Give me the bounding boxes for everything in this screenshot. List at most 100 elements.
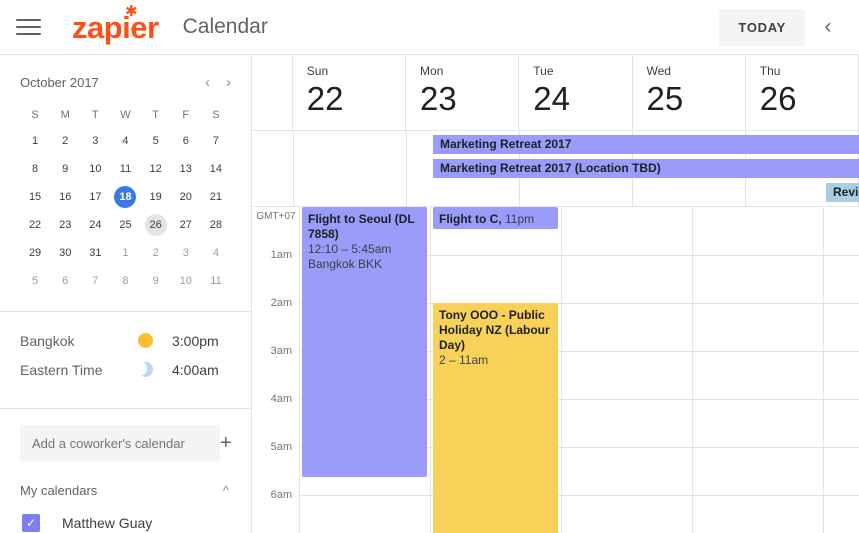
time-grid: GMT+07 1am 2am 3am 4am 5am 6am Flight to Seou… — [252, 207, 859, 533]
mini-calendar-day[interactable]: 3 — [171, 239, 201, 267]
day-column[interactable] — [562, 207, 693, 533]
add-coworker-input[interactable] — [20, 425, 220, 461]
world-clock-row: Eastern Time 4:00am — [20, 355, 231, 384]
all-day-cell[interactable] — [294, 131, 407, 206]
mini-calendar-day[interactable]: 7 — [201, 127, 231, 155]
mini-calendar-day[interactable]: 4 — [110, 127, 140, 155]
mini-calendar: October 2017 ‹ › SMTWTFS 1 2 3 4 5 6 7 8 9 10 11 12… — [0, 55, 251, 301]
mini-calendar-day[interactable]: 6 — [50, 267, 80, 295]
mini-calendar-day[interactable]: 3 — [80, 127, 110, 155]
mini-calendar-day[interactable]: 30 — [50, 239, 80, 267]
mini-calendar-day[interactable]: 5 — [20, 267, 50, 295]
hamburger-menu-icon[interactable] — [16, 13, 44, 41]
calendar-event[interactable]: Flight to Seoul (DL 7858) 12:10 – 5:45am B… — [302, 207, 427, 477]
mini-calendar-day[interactable]: 17 — [80, 183, 110, 211]
hour-gridline — [562, 399, 692, 400]
calendar-list-item[interactable]: ✓ Matthew Guay — [0, 502, 251, 533]
mini-calendar-day[interactable]: 1 — [110, 239, 140, 267]
today-button[interactable]: TODAY — [719, 8, 805, 46]
time-grid-scroll[interactable]: GMT+07 1am 2am 3am 4am 5am 6am Flight to Seou… — [252, 207, 859, 533]
mini-calendar-day[interactable]: 5 — [141, 127, 171, 155]
mini-calendar-week: 15 16 17 18 19 20 21 — [20, 183, 231, 211]
event-title: Flight to C, — [439, 212, 502, 226]
mini-calendar-day[interactable]: 2 — [50, 127, 80, 155]
mini-calendar-day[interactable]: 2 — [141, 239, 171, 267]
mini-calendar-prev-icon[interactable]: ‹ — [205, 75, 210, 90]
day-column[interactable] — [824, 207, 859, 533]
all-day-event[interactable]: Review new — [826, 183, 859, 202]
day-column[interactable] — [693, 207, 824, 533]
mini-calendar-day[interactable]: 11 — [201, 267, 231, 295]
mini-calendar-day-number: 20 — [179, 191, 192, 203]
day-column[interactable]: Flight to C, 11pm Tony OOO - Public Holid… — [431, 207, 562, 533]
mini-calendar-month-label: October 2017 — [20, 74, 99, 90]
hour-gridline — [824, 399, 859, 400]
chevron-up-icon[interactable]: ^ — [223, 483, 229, 498]
chevron-left-icon[interactable]: ‹ — [811, 10, 845, 44]
calendar-event[interactable]: Tony OOO - Public Holiday NZ (Labour Day… — [433, 303, 558, 533]
mini-calendar-day[interactable]: 4 — [201, 239, 231, 267]
mini-calendar-day[interactable]: 9 — [50, 155, 80, 183]
event-time: 11pm — [501, 212, 535, 226]
mini-calendar-day[interactable]: 6 — [171, 127, 201, 155]
mini-calendar-weekday-row: SMTWTFS — [20, 103, 231, 127]
mini-calendar-day-number: 5 — [152, 135, 159, 147]
calendar-grid-area: Sun 22 Mon 23 Tue 24 Wed 25 Thu 26 Marketing Retr… — [252, 55, 859, 533]
sun-icon-shape — [138, 333, 153, 348]
day-column[interactable]: Flight to Seoul (DL 7858) 12:10 – 5:45am B… — [300, 207, 431, 533]
mini-calendar-day[interactable]: 7 — [80, 267, 110, 295]
hour-gridline — [693, 351, 823, 352]
mini-calendar-day[interactable]: 19 — [141, 183, 171, 211]
mini-calendar-day[interactable]: 27 — [171, 211, 201, 239]
mini-calendar-day[interactable]: 9 — [141, 267, 171, 295]
gutter-header — [252, 55, 293, 130]
mini-calendar-day-number: 6 — [62, 275, 69, 287]
day-columns: Flight to Seoul (DL 7858) 12:10 – 5:45am B… — [300, 207, 859, 533]
day-header-thu[interactable]: Thu 26 — [746, 55, 859, 130]
mini-calendar-weekday: S — [31, 109, 39, 121]
mini-calendar-day[interactable]: 15 — [20, 183, 50, 211]
mini-calendar-day[interactable]: 12 — [141, 155, 171, 183]
day-header-mon[interactable]: Mon 23 — [406, 55, 520, 130]
mini-calendar-day[interactable]: 11 — [110, 155, 140, 183]
mini-calendar-next-icon[interactable]: › — [226, 75, 231, 90]
mini-calendar-day-number: 9 — [62, 163, 69, 175]
mini-calendar-week: 22 23 24 25 26 27 28 — [20, 211, 231, 239]
mini-calendar-day[interactable]: 13 — [171, 155, 201, 183]
mini-calendar-day[interactable]: 10 — [80, 155, 110, 183]
mini-calendar-day[interactable]: 29 — [20, 239, 50, 267]
mini-calendar-day[interactable]: 8 — [20, 155, 50, 183]
hour-gridline — [562, 447, 692, 448]
mini-calendar-day[interactable]: 14 — [201, 155, 231, 183]
mini-calendar-day[interactable]: 26 — [141, 211, 171, 239]
mini-calendar-day[interactable]: 20 — [171, 183, 201, 211]
mini-calendar-nav: ‹ › — [205, 75, 231, 90]
all-day-event[interactable]: Marketing Retreat 2017 — [433, 135, 859, 154]
zapier-logo[interactable]: zapier ✱ — [72, 4, 159, 43]
all-day-event[interactable]: Marketing Retreat 2017 (Location TBD) — [433, 159, 859, 178]
hour-gridline — [824, 447, 859, 448]
mini-calendar-day-number: 27 — [179, 219, 192, 231]
mini-calendar-day[interactable]: 22 — [20, 211, 50, 239]
sun-icon — [138, 333, 172, 348]
mini-calendar-day[interactable]: 8 — [110, 267, 140, 295]
mini-calendar-day[interactable]: 25 — [110, 211, 140, 239]
day-header-sun[interactable]: Sun 22 — [293, 55, 407, 130]
mini-calendar-day[interactable]: 18 — [110, 183, 140, 211]
calendar-event[interactable]: Flight to C, 11pm — [433, 207, 558, 229]
mini-calendar-day[interactable]: 28 — [201, 211, 231, 239]
mini-calendar-day[interactable]: 21 — [201, 183, 231, 211]
mini-calendar-day[interactable]: 23 — [50, 211, 80, 239]
day-header-tue[interactable]: Tue 24 — [519, 55, 633, 130]
mini-calendar-day[interactable]: 10 — [171, 267, 201, 295]
mini-calendar-day[interactable]: 16 — [50, 183, 80, 211]
day-header-wed[interactable]: Wed 25 — [633, 55, 746, 130]
mini-calendar-day[interactable]: 1 — [20, 127, 50, 155]
calendar-checkbox[interactable]: ✓ — [22, 514, 40, 532]
mini-calendar-day[interactable]: 31 — [80, 239, 110, 267]
plus-icon[interactable]: + — [220, 432, 232, 455]
my-calendars-header[interactable]: My calendars ^ — [0, 467, 251, 502]
mini-calendar-day-number: 2 — [152, 247, 159, 259]
mini-calendar-day[interactable]: 24 — [80, 211, 110, 239]
world-clock-row: Bangkok 3:00pm — [20, 326, 231, 355]
